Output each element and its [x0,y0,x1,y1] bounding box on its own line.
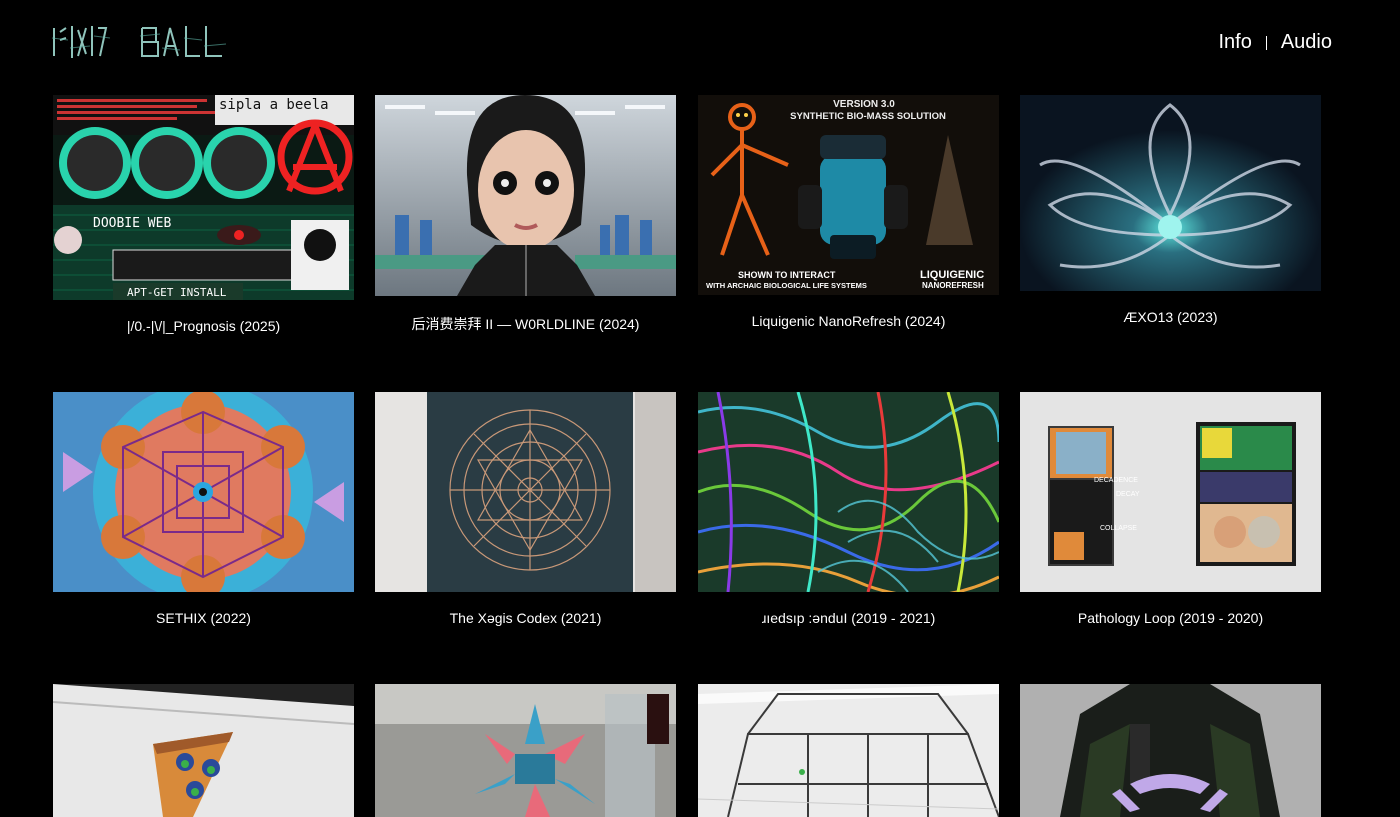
work-title[interactable]: ÆXO13 (2023) [1020,309,1321,325]
work-thumbnail[interactable] [375,684,676,817]
work-card-xegis-codex[interactable]: The Xəgis Codex (2021) [375,392,676,626]
work-title[interactable]: |/0.-|\/|_Prognosis (2025) [53,318,354,334]
work-card-geometric[interactable] [375,684,676,817]
work-card-input-disrepair[interactable]: ɹıedsıp :ǝnduI (2019 - 2021) [698,392,999,626]
work-thumbnail[interactable] [1020,95,1321,291]
site-logo[interactable] [50,18,232,64]
work-title[interactable]: 后消费崇拜 II — W0RLDLINE (2024) [375,314,676,334]
work-overlay-text: WITH ARCHAIC BIOLOGICAL LIFE SYSTEMS [706,281,867,290]
work-card-liquigenic[interactable]: VERSION 3.0 SYNTHETIC BIO-MASS SOLUTION … [698,95,999,329]
work-overlay-text: VERSION 3.0 [833,99,895,110]
work-card-worldline[interactable]: 后消费崇拜 II — W0RLDLINE (2024) [375,95,676,334]
work-thumbnail[interactable]: VERSION 3.0 SYNTHETIC BIO-MASS SOLUTION … [698,95,999,295]
work-overlay-text: COLLAPSE [1100,525,1137,532]
work-thumbnail[interactable] [375,392,676,592]
work-thumbnail[interactable] [698,684,999,817]
work-title[interactable]: The Xəgis Codex (2021) [375,610,676,626]
work-card-prognosis[interactable]: sipla a beela DOOBIE WEB APT-GET INSTALL… [53,95,354,334]
work-card-frame-installation[interactable] [698,684,999,817]
work-overlay-text: LIQUIGENIC [920,269,984,281]
work-thumbnail[interactable] [53,392,354,592]
work-title[interactable]: Pathology Loop (2019 - 2020) [1020,610,1321,626]
work-thumbnail[interactable] [375,95,676,296]
work-title[interactable]: Liquigenic NanoRefresh (2024) [698,313,999,329]
work-overlay-text: APT-GET INSTALL [127,286,227,299]
work-thumbnail[interactable]: sipla a beela DOOBIE WEB APT-GET INSTALL [53,95,354,300]
work-overlay-text: DECADENCE [1094,477,1138,484]
work-thumbnail[interactable] [698,392,999,592]
work-overlay-text: sipla a beela [219,97,329,113]
work-overlay-text: NANOREFRESH [922,281,984,290]
work-overlay-text: DECAY [1116,491,1140,498]
work-thumbnail[interactable] [53,684,354,817]
work-title[interactable]: ɹıedsıp :ǝnduI (2019 - 2021) [698,610,999,626]
work-card-jacket[interactable] [1020,684,1321,817]
work-card-aexo13[interactable]: ÆXO13 (2023) [1020,95,1321,325]
work-thumbnail[interactable] [1020,684,1321,817]
work-overlay-text: DOOBIE WEB [93,216,171,231]
top-nav: Info Audio [1218,31,1332,54]
work-card-pizza[interactable] [53,684,354,817]
nav-audio-link[interactable]: Audio [1281,31,1332,54]
nav-divider [1265,35,1267,50]
work-title[interactable]: SETHIX (2022) [53,610,354,626]
work-thumbnail[interactable]: DECADENCE DECAY COLLAPSE [1020,392,1321,592]
nav-info-link[interactable]: Info [1218,31,1251,54]
work-overlay-text: SHOWN TO INTERACT [738,270,836,280]
work-card-pathology-loop[interactable]: DECADENCE DECAY COLLAPSE Pathology Loop … [1020,392,1321,626]
work-card-sethix[interactable]: SETHIX (2022) [53,392,354,626]
work-overlay-text: SYNTHETIC BIO-MASS SOLUTION [790,111,946,122]
